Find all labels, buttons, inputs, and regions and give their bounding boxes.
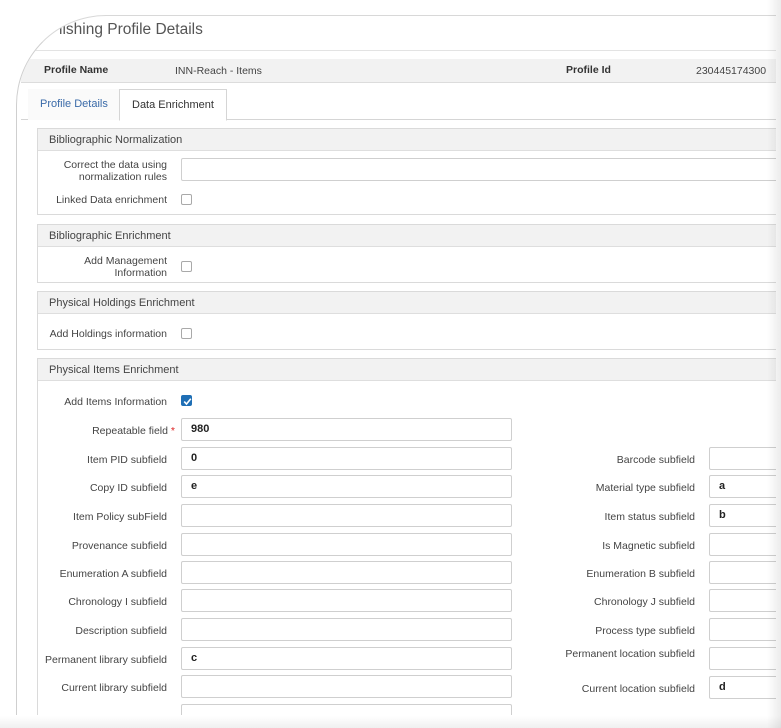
copy-id-subfield-input[interactable]: e [181,475,512,498]
section-bibliographic-enrichment: Bibliographic Enrichment Add Management … [37,224,776,283]
section-bibliographic-normalization: Bibliographic Normalization Correct the … [37,128,776,215]
profile-summary-bar: Profile Name INN-Reach - Items Profile I… [21,59,776,83]
chronology-j-subfield-input[interactable] [709,589,776,612]
description-subfield-input[interactable] [181,618,512,641]
title-divider [21,50,776,51]
description-subfield-label: Description subfield [75,625,167,637]
page-title: lishing Profile Details [59,21,203,38]
provenance-subfield-label: Provenance subfield [71,540,167,552]
copy-id-subfield-label: Copy ID subfield [89,482,167,494]
enumeration-b-subfield-input[interactable] [709,561,776,584]
profile-name-value: INN-Reach - Items [175,65,262,77]
item-status-subfield-label: Item status subfield [604,511,695,523]
is-magnetic-subfield-input[interactable] [709,533,776,556]
permanent-location-subfield-label: Permanent location subfield [565,648,695,660]
section-title: Bibliographic Enrichment [38,225,776,247]
current-location-subfield-input[interactable]: d [709,676,776,699]
permanent-library-subfield-input[interactable]: c [181,647,512,670]
chronology-i-subfield-label: Chronology I subfield [68,596,167,608]
enumeration-a-subfield-input[interactable] [181,561,512,584]
repeatable-field-label: Repeatable field * [48,425,175,437]
normalization-rules-input[interactable] [181,158,776,181]
add-items-checkbox[interactable] [181,395,192,406]
required-indicator: * [170,425,175,437]
barcode-subfield-label: Barcode subfield [616,454,695,466]
add-management-checkbox[interactable] [181,261,192,272]
repeatable-field-label-text: Repeatable field [92,425,168,437]
linked-data-checkbox[interactable] [181,194,192,205]
section-title: Physical Holdings Enrichment [38,292,776,314]
add-holdings-label: Add Holdings information [49,328,167,340]
item-policy-subfield-input[interactable] [181,504,512,527]
add-holdings-checkbox[interactable] [181,328,192,339]
section-physical-holdings-enrichment: Physical Holdings Enrichment Add Holding… [37,291,776,350]
provenance-subfield-input[interactable] [181,533,512,556]
tab-profile-details[interactable]: Profile Details [28,89,120,120]
current-library-subfield-input[interactable] [181,675,512,698]
process-type-subfield-label: Process type subfield [595,625,695,637]
material-type-subfield-label: Material type subfield [595,482,695,494]
window-bottom-shadow [0,716,781,728]
current-library-subfield-label: Current library subfield [61,682,167,694]
section-title: Bibliographic Normalization [38,129,776,151]
add-items-label: Add Items Information [64,396,167,408]
enumeration-b-subfield-label: Enumeration B subfield [586,568,695,580]
material-type-subfield-input[interactable]: a [709,475,776,498]
checkmark-icon [183,398,192,406]
section-physical-items-enrichment: Physical Items Enrichment Add Items Info… [37,358,776,715]
item-policy-subfield-label: Item Policy subField [73,511,167,523]
correct-data-label: Correct the data using normalization rul… [63,159,167,183]
profile-id-label: Profile Id [566,64,611,76]
permanent-library-subfield-label: Permanent library subfield [45,654,167,666]
add-management-label: Add Management Information [84,255,167,279]
current-location-subfield-label: Current location subfield [581,683,695,695]
item-pid-subfield-label: Item PID subfield [87,454,167,466]
item-status-subfield-input[interactable]: b [709,504,776,527]
item-pid-subfield-input[interactable]: 0 [181,447,512,470]
next-subfield-input[interactable] [181,704,512,715]
is-magnetic-subfield-label: Is Magnetic subfield [602,540,695,552]
app-window: lishing Profile Details Profile Name INN… [16,15,776,715]
section-title: Physical Items Enrichment [38,359,776,381]
chronology-j-subfield-label: Chronology J subfield [594,596,695,608]
linked-data-label: Linked Data enrichment [56,194,167,206]
enumeration-a-subfield-label: Enumeration A subfield [59,568,167,580]
repeatable-field-input[interactable]: 980 [181,418,512,441]
process-type-subfield-input[interactable] [709,618,776,641]
tab-data-enrichment[interactable]: Data Enrichment [119,89,227,121]
window-edge-shadow [767,0,781,728]
permanent-location-subfield-input[interactable] [709,647,776,670]
profile-name-label: Profile Name [44,64,109,76]
profile-id-value: 230445174300 [696,65,767,77]
barcode-subfield-input[interactable] [709,447,776,470]
tab-bar: Profile Details Data Enrichment [21,89,776,121]
chronology-i-subfield-input[interactable] [181,589,512,612]
